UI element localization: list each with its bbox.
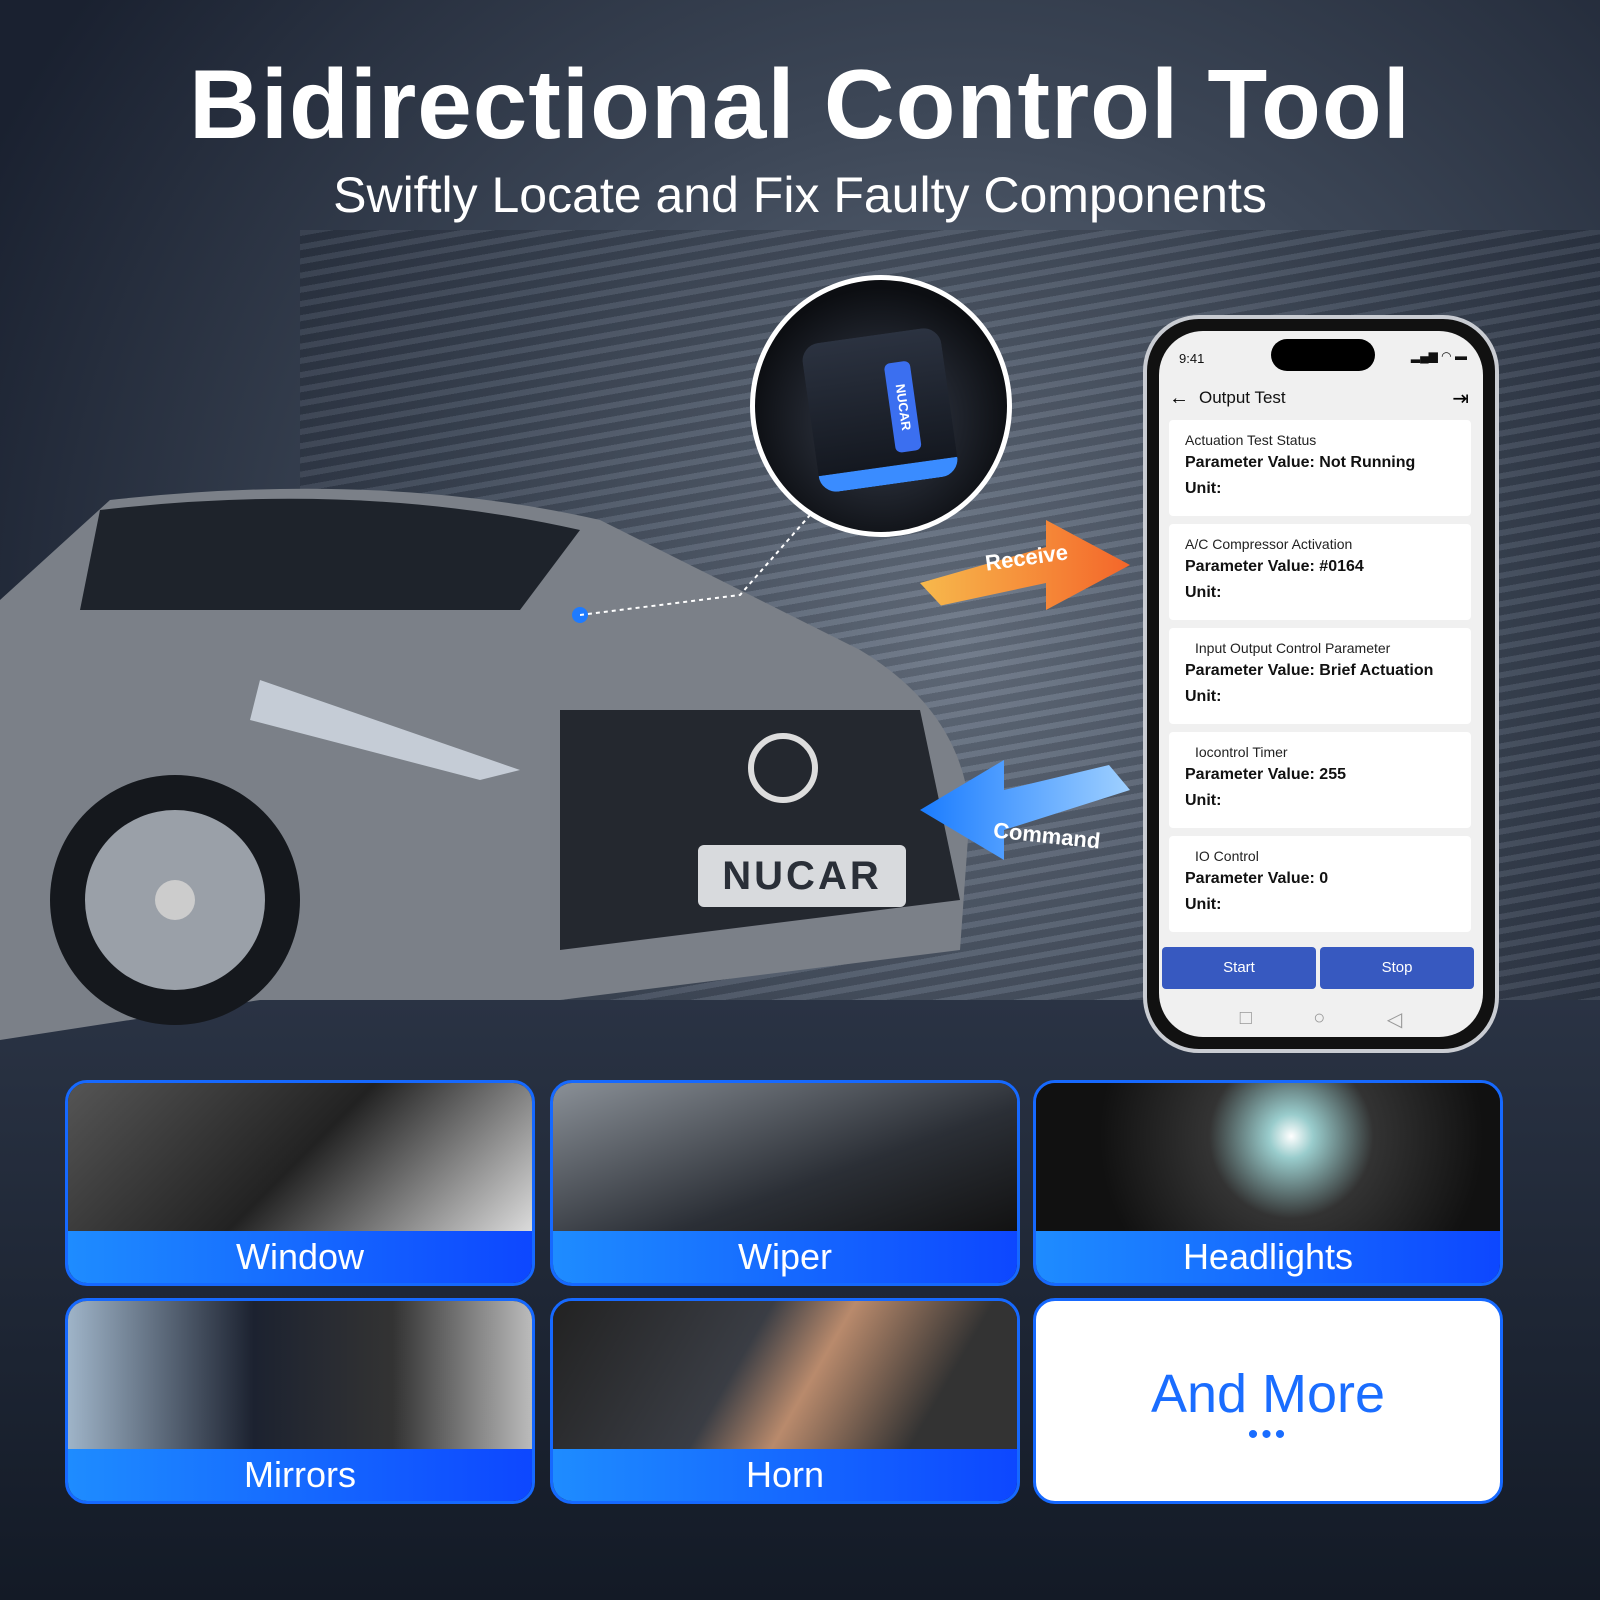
- recents-square-icon[interactable]: □: [1240, 1007, 1252, 1032]
- parameter-name: IO Control: [1195, 848, 1259, 864]
- headlights-image: [1036, 1083, 1500, 1235]
- device-logo: NUCAR: [883, 360, 922, 454]
- status-icons: ▂▄▆ ◠ ▬: [1410, 349, 1467, 363]
- feature-tile-wiper: Wiper: [550, 1080, 1020, 1286]
- window-image: [68, 1083, 532, 1235]
- parameter-card: Input Output Control Parameter Parameter …: [1169, 628, 1471, 724]
- parameter-card: Iocontrol Timer Parameter Value: 255 Unit:: [1169, 732, 1471, 828]
- mirrors-image: [68, 1301, 532, 1453]
- and-more-tile: And More •••: [1033, 1298, 1503, 1504]
- parameter-unit: Unit:: [1185, 480, 1222, 497]
- parameter-unit: Unit:: [1185, 584, 1222, 601]
- home-circle-icon[interactable]: ○: [1313, 1007, 1325, 1032]
- parameter-name: Iocontrol Timer: [1195, 744, 1288, 760]
- feature-tile-headlights: Headlights: [1033, 1080, 1503, 1286]
- back-arrow-icon[interactable]: ←: [1169, 387, 1199, 410]
- car-license-plate-logo: NUCAR: [698, 845, 906, 907]
- status-time: 9:41: [1179, 351, 1205, 366]
- stop-button[interactable]: Stop: [1320, 947, 1474, 989]
- app-header: ← Output Test ⇥: [1169, 383, 1469, 413]
- exit-icon[interactable]: ⇥: [1452, 386, 1469, 411]
- parameter-card: IO Control Parameter Value: 0 Unit:: [1169, 836, 1471, 932]
- parameter-card: A/C Compressor Activation Parameter Value…: [1169, 524, 1471, 620]
- wiper-image: [553, 1083, 1017, 1235]
- and-more-label: And More: [1150, 1364, 1386, 1424]
- parameter-name: A/C Compressor Activation: [1185, 536, 1353, 552]
- parameter-value: Parameter Value: 255: [1185, 766, 1346, 783]
- obd-device-image: NUCAR: [750, 275, 1012, 537]
- car-image: [0, 488, 970, 1040]
- obd-adapter: NUCAR: [800, 325, 960, 495]
- feature-label: Wiper: [553, 1231, 1017, 1283]
- feature-label: Mirrors: [68, 1449, 532, 1501]
- feature-label: Headlights: [1036, 1231, 1500, 1283]
- android-nav-bar: □ ○ ◁: [1159, 1007, 1483, 1032]
- start-button[interactable]: Start: [1162, 947, 1316, 989]
- parameter-value: Parameter Value: Not Running: [1185, 454, 1416, 471]
- phone-screen: 9:41 ▂▄▆ ◠ ▬ ← Output Test ⇥ Actuation T…: [1159, 331, 1483, 1037]
- feature-tile-window: Window: [65, 1080, 535, 1286]
- parameter-name: Input Output Control Parameter: [1195, 640, 1391, 656]
- horn-image: [553, 1301, 1017, 1453]
- screen-title: Output Test: [1199, 388, 1286, 407]
- ellipsis-icon: •••: [1247, 1418, 1289, 1451]
- parameter-name: Actuation Test Status: [1185, 432, 1317, 448]
- parameter-value: Parameter Value: 0: [1185, 870, 1329, 887]
- parameter-unit: Unit:: [1185, 792, 1222, 809]
- page-subtitle: Swiftly Locate and Fix Faulty Components: [333, 167, 1267, 223]
- connector-dotted-line: [580, 515, 811, 616]
- parameter-card: Actuation Test Status Parameter Value: No…: [1169, 420, 1471, 516]
- parameter-value: Parameter Value: #0164: [1185, 558, 1364, 575]
- dynamic-island: [1271, 339, 1375, 371]
- parameter-unit: Unit:: [1185, 688, 1222, 705]
- page-title: Bidirectional Control Tool: [189, 49, 1411, 159]
- feature-tile-mirrors: Mirrors: [65, 1298, 535, 1504]
- feature-label: Window: [68, 1231, 532, 1283]
- back-triangle-icon[interactable]: ◁: [1387, 1007, 1402, 1032]
- parameter-value: Parameter Value: Brief Actuation: [1185, 662, 1434, 679]
- feature-label: Horn: [553, 1449, 1017, 1501]
- parameter-unit: Unit:: [1185, 896, 1222, 913]
- phone: 9:41 ▂▄▆ ◠ ▬ ← Output Test ⇥ Actuation T…: [1143, 315, 1499, 1053]
- feature-tile-horn: Horn: [550, 1298, 1020, 1504]
